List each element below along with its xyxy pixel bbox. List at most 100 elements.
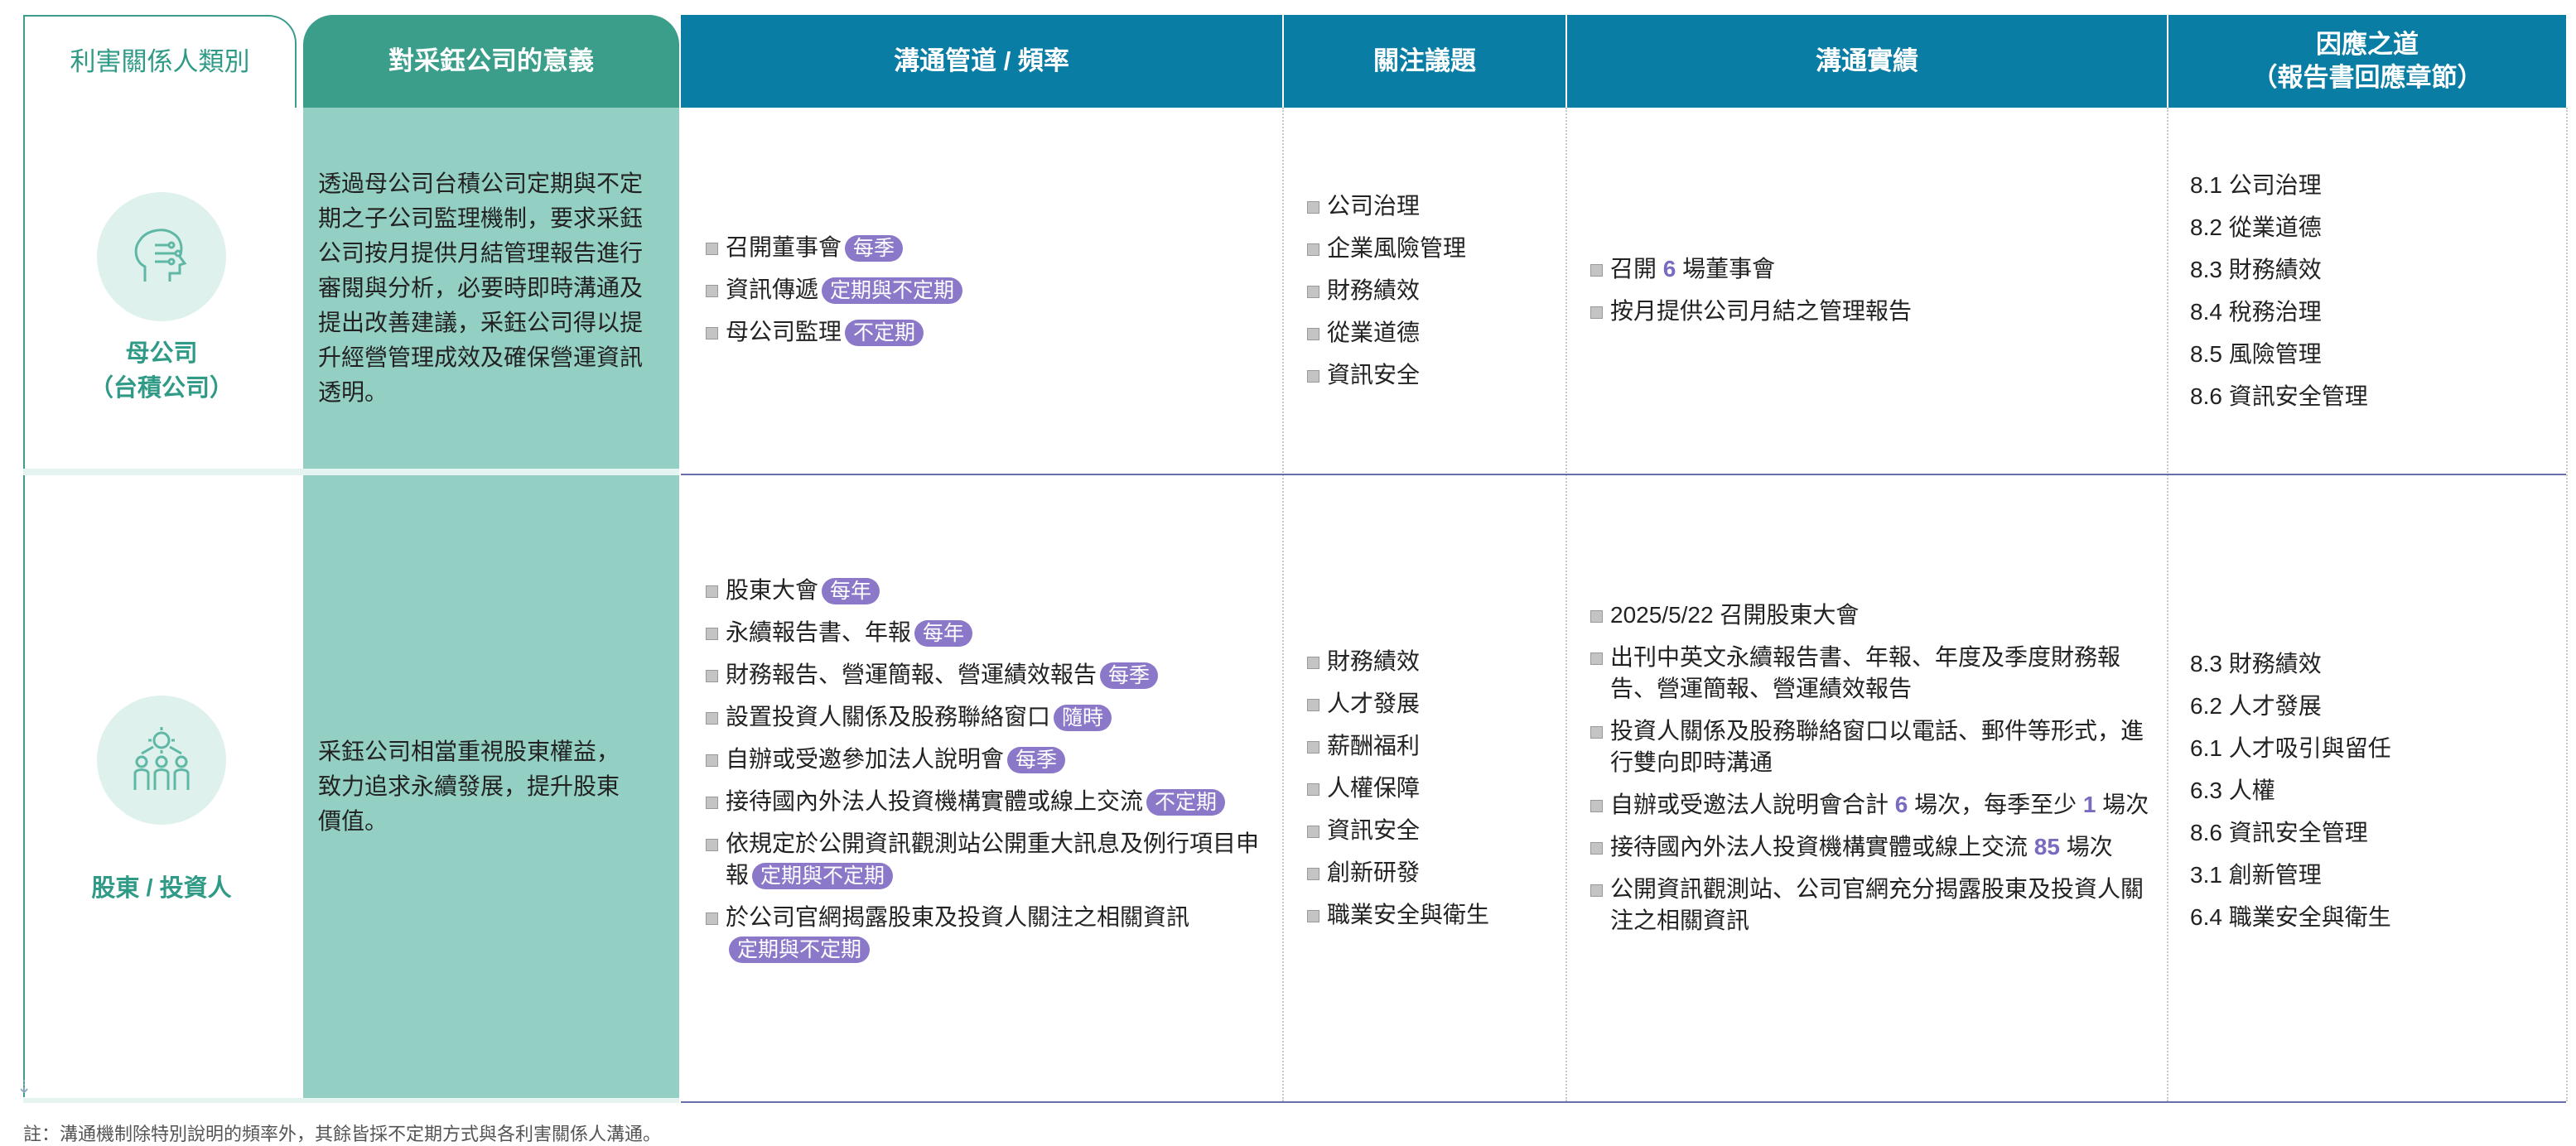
achievement-number: 6 (1894, 792, 1908, 817)
response-list: 8.1 公司治理 8.2 從業道德 8.3 財務績效 8.4 稅務治理 8.5 … (2190, 164, 2554, 417)
channel-text: 設置投資人關係及股務聯絡窗口 (726, 704, 1051, 729)
header-channel: 溝通管道 / 頻率 (681, 15, 1282, 108)
channel-item: 於公司官網揭露股東及投資人關注之相關資訊定期與不定期 (704, 902, 1267, 965)
frequency-tag: 不定期 (1146, 789, 1226, 816)
response-list: 8.3 財務績效 6.2 人才發展 6.1 人才吸引與留任 6.3 人權 8.6… (2190, 643, 2554, 938)
achievement-text: 按月提供公司月結之管理報告 (1610, 298, 1913, 324)
issue-item: 人權保障 (1305, 773, 1554, 804)
issue-item: 人才發展 (1305, 688, 1554, 720)
column-divider (2566, 108, 2568, 1101)
achievement-text: 自辦或受邀法人說明會合計 (1610, 792, 1895, 817)
achievement-list: 召開 6 場董事會 按月提供公司月結之管理報告 (1589, 253, 2152, 338)
channel-text: 自辦或受邀參加法人說明會 (726, 746, 1005, 772)
channel-item: 接待國內外法人投資機構實體或線上交流 不定期 (704, 786, 1267, 817)
issue-item: 公司治理 (1305, 190, 1554, 222)
column-divider (1282, 108, 1284, 1101)
response-item: 8.6 資訊安全管理 (2190, 383, 2368, 409)
achievement-item: 出刊中英文永續報告書、年報、年度及季度財務報告、營運簡報、營運績效報告 (1589, 642, 2152, 705)
achievement-item: 自辦或受邀法人說明會合計 6 場次，每季至少 1 場次 (1589, 789, 2152, 821)
header-response-line1: 因應之道 (2316, 30, 2419, 59)
column-divider (1565, 108, 1567, 1101)
significance-line: 升經營管理成效及確保營運資訊 (318, 344, 644, 370)
stakeholder-name: 股東 / 投資人 (91, 875, 232, 902)
header-category: 利害關係人類別 (23, 15, 297, 108)
footnote: 註：溝通機制除特別說明的頻率外，其餘皆採不定期方式與各利害關係人溝通。 (23, 1124, 662, 1144)
significance-line: 價值。 (318, 808, 388, 834)
issue-item: 職業安全與衛生 (1305, 899, 1554, 931)
achievement-text: 接待國內外法人投資機構實體或線上交流 (1610, 834, 2034, 860)
scroll-down-icon: ⇣ (17, 1076, 32, 1097)
channel-item: 設置投資人關係及股務聯絡窗口 隨時 (704, 701, 1267, 733)
stakeholder-parent-company: 母公司 （台積公司） (25, 192, 298, 406)
channel-item: 股東大會 每年 (704, 575, 1267, 606)
response-item: 8.3 財務績效 (2190, 257, 2322, 282)
channel-item: 自辦或受邀參加法人說明會 每季 (704, 744, 1267, 775)
response-item: 6.4 職業安全與衛生 (2190, 904, 2391, 930)
response-item: 8.6 資訊安全管理 (2190, 820, 2368, 845)
achievement-text: 場次 (2096, 792, 2149, 817)
stakeholder-name-line1: 母公司 (125, 340, 198, 367)
frequency-tag: 每季 (845, 235, 904, 262)
brain-icon (97, 192, 226, 321)
row-divider (681, 474, 2566, 475)
frequency-tag: 每季 (1100, 662, 1159, 689)
frequency-tag: 隨時 (1054, 705, 1112, 731)
frequency-tag: 每年 (822, 578, 880, 604)
issue-item: 企業風險管理 (1305, 233, 1554, 264)
achievement-text: 場董事會 (1676, 256, 1776, 282)
channel-text: 接待國內外法人投資機構實體或線上交流 (726, 788, 1144, 814)
achievement-number: 85 (2033, 834, 2060, 860)
channel-text: 母公司監理 (726, 319, 842, 344)
response-item: 8.4 稅務治理 (2190, 299, 2322, 325)
header-issues: 關注議題 (1284, 15, 1565, 108)
achievement-item: 2025/5/22 召開股東大會 (1589, 599, 2152, 631)
issue-item: 財務績效 (1305, 646, 1554, 677)
achievement-text: 2025/5/22 召開股東大會 (1610, 602, 1860, 628)
frequency-tag: 不定期 (845, 320, 924, 346)
stakeholder-name-line2: （台積公司） (89, 375, 234, 402)
achievement-text: 召開 (1610, 256, 1663, 282)
channel-text: 資訊傳遞 (726, 277, 819, 302)
response-item: 6.2 人才發展 (2190, 693, 2322, 719)
response-item: 8.2 從業道德 (2190, 214, 2322, 240)
achievement-text: 公開資訊觀測站、公司官網充分揭露股東及投資人關注之相關資訊 (1610, 876, 2144, 933)
achievement-text: 場次 (2059, 834, 2113, 860)
issue-item: 薪酬福利 (1305, 730, 1554, 762)
issue-item: 資訊安全 (1305, 815, 1554, 846)
response-item: 8.3 財務績效 (2190, 651, 2322, 677)
issue-list: 財務績效 人才發展 薪酬福利 人權保障 資訊安全 創新研發 職業安全與衛生 (1305, 646, 1554, 941)
response-item: 8.1 公司治理 (2190, 172, 2322, 198)
header-response: 因應之道 （報告書回應章節） (2168, 15, 2566, 108)
achievement-item: 公開資訊觀測站、公司官網充分揭露股東及投資人關注之相關資訊 (1589, 874, 2152, 937)
channel-item: 母公司監理 不定期 (704, 316, 1267, 348)
issue-list: 公司治理 企業風險管理 財務績效 從業道德 資訊安全 (1305, 190, 1554, 402)
channel-item: 資訊傳遞 定期與不定期 (704, 274, 1267, 306)
channel-item: 召開董事會 每季 (704, 232, 1267, 263)
channel-text: 於公司官網揭露股東及投資人關注之相關資訊 (726, 904, 1190, 930)
significance-line: 透過母公司台積公司定期與不定 (318, 171, 644, 196)
significance-line: 審閱與分析，必要時即時溝通及 (318, 275, 644, 301)
row-separator (23, 469, 679, 475)
achievement-item: 按月提供公司月結之管理報告 (1589, 296, 2152, 327)
stakeholder-shareholders: 股東 / 投資人 (25, 696, 298, 906)
channel-text: 財務報告、營運簡報、營運績效報告 (726, 662, 1097, 687)
channel-item: 永續報告書、年報 每年 (704, 617, 1267, 648)
channel-list: 股東大會 每年 永續報告書、年報 每年 財務報告、營運簡報、營運績效報告 每季 設置投… (704, 575, 1267, 975)
investor-group-icon (97, 696, 226, 825)
significance-line: 提出改善建議，采鈺公司得以提 (318, 310, 644, 335)
achievement-list: 2025/5/22 召開股東大會 出刊中英文永續報告書、年報、年度及季度財務報告… (1589, 599, 2152, 947)
frequency-tag: 每季 (1007, 747, 1066, 773)
frequency-tag: 定期與不定期 (729, 937, 871, 963)
frequency-tag: 定期與不定期 (752, 863, 894, 889)
channel-text: 股東大會 (726, 577, 819, 603)
significance-cell: 透過母公司台積公司定期與不定 期之子公司監理機制，要求采鈺 公司按月提供月結管理… (303, 108, 679, 469)
channel-text: 召開董事會 (726, 234, 842, 260)
achievement-item: 召開 6 場董事會 (1589, 253, 2152, 285)
achievement-number: 6 (1662, 256, 1676, 282)
response-item: 3.1 創新管理 (2190, 862, 2322, 888)
response-item: 6.1 人才吸引與留任 (2190, 735, 2391, 761)
channel-item: 依規定於公開資訊觀測站公開重大訊息及例行項目申報 定期與不定期 (704, 828, 1267, 891)
row-separator (23, 1098, 679, 1103)
frequency-tag: 每年 (914, 620, 973, 647)
significance-line: 采鈺公司相當重視股東權益， (318, 739, 620, 764)
